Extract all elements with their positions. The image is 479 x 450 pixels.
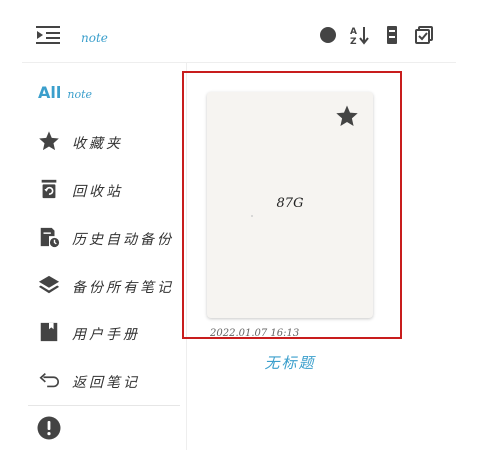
- sidebar-item-label: 收藏夹: [72, 136, 123, 152]
- sort-icon[interactable]: A Z: [350, 25, 370, 45]
- all-label: All: [38, 83, 62, 102]
- all-sub-label: note: [67, 88, 92, 101]
- sidebar-item-trash[interactable]: 回收站: [38, 178, 186, 202]
- app-title: note: [81, 31, 108, 45]
- svg-text:A: A: [350, 27, 357, 37]
- sidebar-item-backup-all[interactable]: 备份所有笔记: [38, 274, 186, 298]
- note-title[interactable]: 无标题: [207, 352, 373, 373]
- favorite-star-icon[interactable]: [335, 104, 359, 128]
- delete-icon[interactable]: [382, 25, 402, 45]
- star-icon: [39, 131, 59, 151]
- book-icon: [40, 322, 58, 342]
- sidebar-item-all[interactable]: All note: [38, 83, 92, 105]
- search-icon[interactable]: [318, 25, 338, 45]
- svg-text:Z: Z: [350, 37, 357, 45]
- sidebar-item-user-manual[interactable]: 用户手册: [38, 321, 186, 345]
- sidebar-item-label: 历史自动备份: [72, 232, 174, 248]
- sidebar-divider: [28, 405, 180, 406]
- top-bar: note A Z: [0, 0, 479, 63]
- info-icon[interactable]: [37, 416, 61, 440]
- note-card[interactable]: 87G: [207, 92, 373, 318]
- app-screen: note A Z All note 收藏夹 回收站 历史自动备份 备份所有笔记 …: [0, 0, 479, 450]
- sidebar-item-history-backup[interactable]: 历史自动备份: [38, 226, 186, 250]
- select-icon[interactable]: [414, 25, 434, 45]
- sidebar-item-label: 用户手册: [72, 327, 140, 343]
- sidebar-item-favorites[interactable]: 收藏夹: [38, 130, 186, 154]
- sidebar-item-back-to-notes[interactable]: 返回笔记: [38, 369, 186, 393]
- history-backup-icon: [40, 227, 60, 248]
- sidebar-item-label: 回收站: [72, 184, 123, 200]
- sidebar-item-label: 返回笔记: [72, 375, 140, 391]
- content-dot: [251, 215, 253, 217]
- trash-icon: [41, 179, 57, 199]
- menu-collapse-icon[interactable]: [36, 25, 60, 45]
- layers-icon: [38, 275, 60, 294]
- sidebar-item-label: 备份所有笔记: [72, 280, 174, 296]
- sidebar: All note 收藏夹 回收站 历史自动备份 备份所有笔记 用户手册 返回笔记: [0, 63, 187, 450]
- note-content-preview: 87G: [276, 196, 304, 211]
- back-arrow-icon: [39, 372, 59, 388]
- note-date: 2022.01.07 16:13: [210, 328, 300, 339]
